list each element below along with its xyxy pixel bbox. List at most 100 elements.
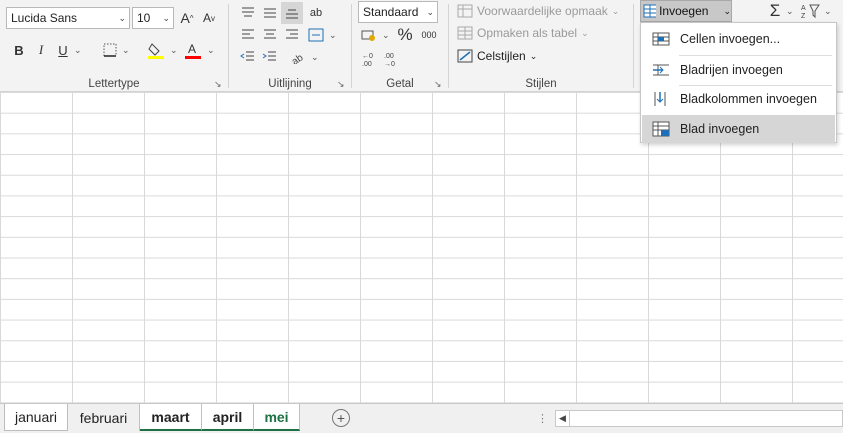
svg-text:.00: .00 xyxy=(384,53,394,60)
insert-button-label: Invoegen xyxy=(659,4,709,18)
svg-text:A: A xyxy=(801,5,806,12)
alignment-group: ab ⌄ ab ⌄ Uitlijning ↘ xyxy=(229,0,351,92)
menu-item-label: Bladkolommen invoegen xyxy=(680,92,817,106)
chevron-down-icon: ⌄ xyxy=(118,13,126,23)
scroll-left-icon[interactable]: ◀ xyxy=(556,411,570,426)
group-divider xyxy=(633,4,634,88)
accounting-format-icon[interactable] xyxy=(358,24,380,46)
svg-text:←0: ←0 xyxy=(362,53,373,60)
format-as-table-button[interactable]: Opmaken als tabel ⌄ xyxy=(457,22,589,44)
chevron-down-icon: ⌄ xyxy=(581,27,589,38)
percent-icon[interactable]: % xyxy=(394,24,416,46)
sheet-tab-bar: januari februari maart april mei + ⋮ ◀ xyxy=(0,403,843,433)
chevron-down-icon: ⌄ xyxy=(611,5,620,16)
format-as-table-label: Opmaken als tabel xyxy=(477,26,578,40)
number-format-value: Standaard xyxy=(363,5,419,19)
insert-cells-icon xyxy=(652,32,670,46)
wrap-text-glyph: ab xyxy=(309,7,323,19)
insert-cells-icon xyxy=(643,4,657,18)
chevron-down-icon[interactable]: ⌄ xyxy=(329,30,337,41)
increase-font-size-icon[interactable]: A ^ xyxy=(176,7,198,29)
wrap-text-icon[interactable]: ab xyxy=(305,2,327,24)
alignment-group-label: Uitlijning xyxy=(268,78,312,90)
dialog-launcher-icon[interactable]: ↘ xyxy=(214,79,224,89)
font-name-box[interactable]: Lucida Sans ⌄ xyxy=(6,7,130,29)
bold-button[interactable]: B xyxy=(8,39,30,61)
borders-icon[interactable] xyxy=(99,39,121,61)
sheet-tab-februari[interactable]: februari xyxy=(68,404,140,431)
orientation-icon[interactable]: ab xyxy=(287,46,309,68)
number-format-box[interactable]: Standaard ⌄ xyxy=(358,1,438,23)
merge-center-icon[interactable] xyxy=(305,24,327,46)
chevron-down-icon: ⌄ xyxy=(529,50,538,61)
svg-text:.00: .00 xyxy=(362,61,372,67)
sort-filter-icon[interactable]: AZ xyxy=(800,0,822,22)
chevron-down-icon[interactable]: ⌄ xyxy=(74,45,82,56)
chevron-down-icon: ⌄ xyxy=(723,5,731,16)
chevron-down-icon[interactable]: ⌄ xyxy=(786,6,794,17)
svg-text:Z: Z xyxy=(801,13,806,19)
insert-button[interactable]: Invoegen ⌄ xyxy=(640,0,732,22)
italic-button[interactable]: I xyxy=(30,39,52,61)
underline-button[interactable]: U xyxy=(52,39,74,61)
chevron-down-icon: ⌄ xyxy=(162,13,170,23)
decrease-indent-icon[interactable] xyxy=(237,46,259,68)
chevron-down-icon[interactable]: ⌄ xyxy=(207,45,215,56)
menu-item-insert-columns[interactable]: Bladkolommen invoegen xyxy=(642,85,835,113)
dialog-launcher-icon[interactable]: ↘ xyxy=(434,79,444,89)
horizontal-scrollbar[interactable]: ◀ xyxy=(555,410,843,427)
menu-item-label: Blad invoegen xyxy=(680,122,760,136)
autosum-icon[interactable]: Σ xyxy=(764,0,786,22)
increase-indent-icon[interactable] xyxy=(259,46,281,68)
fill-color-icon[interactable] xyxy=(145,39,167,61)
align-middle-icon[interactable] xyxy=(259,2,281,24)
menu-item-insert-cells[interactable]: Cellen invoegen... xyxy=(642,25,835,53)
font-color-icon[interactable]: A xyxy=(182,39,204,61)
thousands-separator-icon[interactable]: 000 xyxy=(418,24,440,46)
chevron-down-icon: ⌄ xyxy=(426,7,434,17)
styles-group-label: Stijlen xyxy=(525,78,557,90)
chevron-down-icon[interactable]: ⌄ xyxy=(311,52,319,63)
svg-text:ab: ab xyxy=(290,52,306,64)
conditional-formatting-label: Voorwaardelijke opmaak xyxy=(477,4,608,18)
insert-menu: Cellen invoegen... Bladrijen invoegen Bl… xyxy=(640,22,837,143)
number-group: Standaard ⌄ ⌄ % 000 ←0.00 .00 →0 Getal ↘ xyxy=(352,0,448,92)
menu-item-insert-rows[interactable]: Bladrijen invoegen xyxy=(642,56,835,84)
insert-columns-icon xyxy=(654,92,666,106)
font-group: Lucida Sans ⌄ 10 ⌄ A ^ Av B I U ⌄ ⌄ ⌄ A ⌄… xyxy=(0,0,228,92)
sheet-tab-april[interactable]: april xyxy=(202,404,254,431)
align-center-icon[interactable] xyxy=(259,24,281,46)
increase-decimal-icon[interactable]: ←0.00 xyxy=(358,48,380,70)
menu-item-label: Cellen invoegen... xyxy=(680,32,781,46)
cell-styles-label: Celstijlen xyxy=(477,49,526,63)
chevron-down-icon[interactable]: ⌄ xyxy=(122,45,130,56)
font-group-label: Lettertype xyxy=(88,78,140,90)
cell-styles-button[interactable]: Celstijlen ⌄ xyxy=(457,45,537,67)
align-bottom-icon[interactable] xyxy=(281,2,303,24)
sheet-tab-maart[interactable]: maart xyxy=(140,404,202,431)
chevron-down-icon[interactable]: ⌄ xyxy=(824,6,832,17)
insert-sheet-icon xyxy=(652,121,670,137)
styles-group: Voorwaardelijke opmaak ⌄ Opmaken als tab… xyxy=(449,0,633,92)
insert-rows-icon xyxy=(653,64,669,76)
font-name-value: Lucida Sans xyxy=(11,11,78,25)
chevron-down-icon[interactable]: ⌄ xyxy=(382,30,390,41)
align-right-icon[interactable] xyxy=(281,24,303,46)
svg-text:→0: →0 xyxy=(384,61,395,67)
tab-splitter-handle[interactable]: ⋮ xyxy=(537,412,548,425)
font-size-value: 10 xyxy=(137,11,151,25)
sheet-tab-mei[interactable]: mei xyxy=(254,404,300,431)
add-sheet-icon[interactable]: + xyxy=(332,409,350,427)
decrease-decimal-icon[interactable]: .00 →0 xyxy=(380,48,402,70)
font-size-box[interactable]: 10 ⌄ xyxy=(132,7,174,29)
align-left-icon[interactable] xyxy=(237,24,259,46)
dialog-launcher-icon[interactable]: ↘ xyxy=(337,79,347,89)
align-top-icon[interactable] xyxy=(237,2,259,24)
conditional-formatting-button[interactable]: Voorwaardelijke opmaak ⌄ xyxy=(457,0,619,22)
chevron-down-icon[interactable]: ⌄ xyxy=(170,45,178,56)
menu-item-insert-sheet[interactable]: Blad invoegen xyxy=(642,115,835,143)
sheet-tab-januari[interactable]: januari xyxy=(4,404,68,431)
decrease-font-size-icon[interactable]: Av xyxy=(198,7,220,29)
menu-item-label: Bladrijen invoegen xyxy=(680,63,783,77)
svg-text:A: A xyxy=(188,42,196,56)
